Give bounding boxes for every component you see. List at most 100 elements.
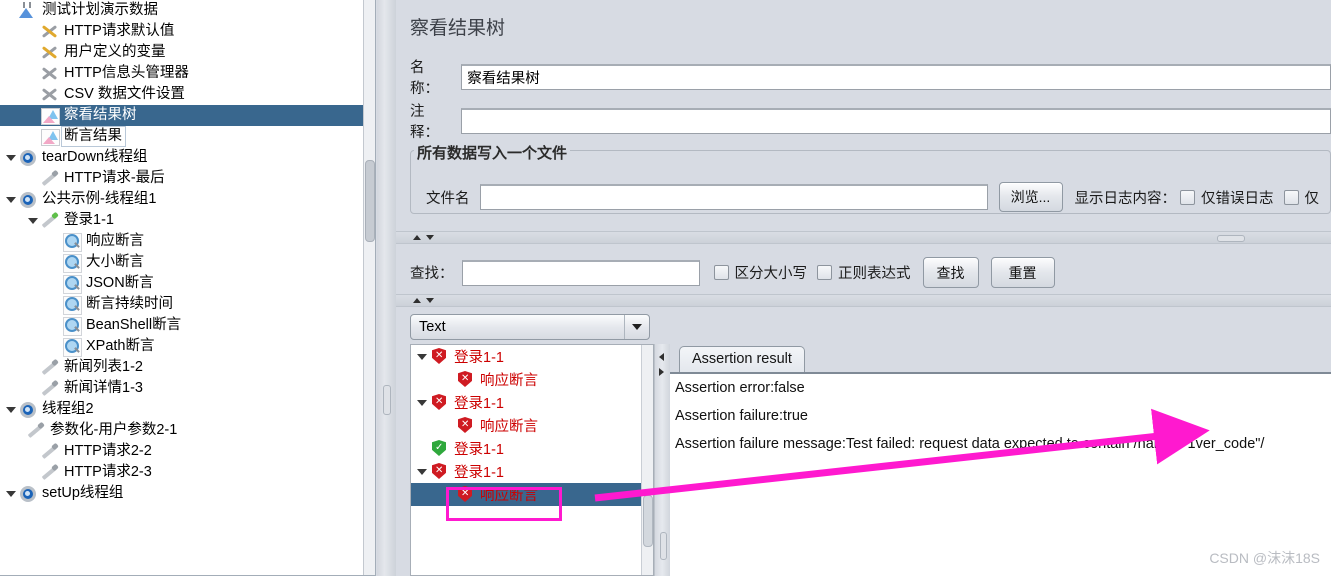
tree-node[interactable]: HTTP信息头管理器 bbox=[0, 63, 375, 84]
tree-scrollbar-thumb[interactable] bbox=[365, 160, 375, 242]
expand-collapse-icon[interactable] bbox=[4, 147, 18, 168]
tree-node[interactable]: XPath断言 bbox=[0, 336, 375, 357]
tree-node[interactable]: 断言持续时间 bbox=[0, 294, 375, 315]
case-sensitive-checkbox[interactable] bbox=[713, 265, 729, 280]
renderer-combobox-value: Text bbox=[419, 319, 446, 335]
tree-node[interactable]: 新闻列表1-2 bbox=[0, 357, 375, 378]
collapse-up-icon[interactable] bbox=[413, 235, 421, 240]
tree-vertical-scrollbar[interactable] bbox=[363, 0, 375, 575]
horizontal-splitter-bottom[interactable] bbox=[396, 294, 1331, 307]
result-tree-scrollbar[interactable] bbox=[641, 345, 653, 575]
find-button[interactable]: 查找 bbox=[922, 257, 979, 288]
expand-collapse-icon[interactable] bbox=[4, 399, 18, 420]
tree-node-label: 新闻详情1-3 bbox=[64, 380, 143, 396]
comment-input[interactable] bbox=[461, 108, 1331, 134]
tab-assertion-result[interactable]: Assertion result bbox=[679, 346, 805, 373]
comment-label: 注释： bbox=[410, 104, 439, 141]
tree-node[interactable]: 参数化-用户参数2-1 bbox=[0, 420, 375, 441]
main-vertical-splitter[interactable] bbox=[377, 0, 397, 576]
filename-input[interactable] bbox=[479, 184, 988, 210]
renderer-combobox[interactable]: Text bbox=[410, 314, 650, 340]
tree-node[interactable]: 新闻详情1-3 bbox=[0, 378, 375, 399]
error-log-only-label: 仅错误日志 bbox=[1201, 190, 1274, 207]
chevron-down-icon[interactable] bbox=[624, 315, 649, 339]
result-tree-node[interactable]: ✓ 登录1-1 bbox=[411, 437, 653, 460]
splitter-grip[interactable] bbox=[383, 385, 391, 415]
tree-node[interactable]: tearDown线程组 bbox=[0, 147, 375, 168]
pen-icon bbox=[40, 379, 60, 398]
expand-collapse-icon[interactable] bbox=[415, 461, 429, 482]
tree-node[interactable]: 线程组2 bbox=[0, 399, 375, 420]
result-tree-node-label: 响应断言 bbox=[480, 419, 538, 435]
collapse-right-icon[interactable] bbox=[659, 368, 664, 376]
collapse-up-icon[interactable] bbox=[413, 298, 421, 303]
annotation-highlight-box bbox=[446, 487, 562, 521]
tree-node[interactable]: HTTP请求默认值 bbox=[0, 21, 375, 42]
result-detail-tabs: Assertion result Assertion error:false As… bbox=[670, 344, 1331, 576]
tree-node[interactable]: 公共示例-线程组1 bbox=[0, 189, 375, 210]
tree-node-label: CSV 数据文件设置 bbox=[64, 86, 185, 102]
expand-collapse-icon[interactable] bbox=[415, 392, 429, 413]
result-tree-node[interactable]: ✕ 登录1-1 bbox=[411, 391, 653, 414]
result-tree-node[interactable]: ✕ 响应断言 bbox=[411, 414, 653, 437]
expand-collapse-icon[interactable] bbox=[4, 483, 18, 504]
sampler-result-tree[interactable]: ✕ 登录1-1 ✕ 响应断言 ✕ 登录1-1 ✕ 响应断言 ✓ 登录1-1 ✕ 登录1-1 ✕ 响应断言 bbox=[410, 344, 654, 576]
tree-node[interactable]: 登录1-1 bbox=[0, 210, 375, 231]
result-tree-node-label: 登录1-1 bbox=[454, 442, 504, 458]
result-tree-node[interactable]: ✕ 响应断言 bbox=[411, 368, 653, 391]
error-shield-icon: ✕ bbox=[429, 347, 449, 366]
name-input[interactable] bbox=[461, 64, 1331, 90]
tree-node[interactable]: HTTP请求-最后 bbox=[0, 168, 375, 189]
tree-node[interactable]: 响应断言 bbox=[0, 231, 375, 252]
regex-checkbox[interactable] bbox=[817, 265, 832, 280]
expand-collapse-icon[interactable] bbox=[415, 346, 429, 367]
tree-node-label: 察看结果树 bbox=[64, 107, 137, 123]
gear-icon bbox=[18, 148, 38, 167]
tree-node-label: HTTP请求2-2 bbox=[64, 443, 152, 459]
magnifier-icon bbox=[62, 295, 82, 315]
browse-button[interactable]: 浏览... bbox=[998, 182, 1063, 212]
tree-node[interactable]: BeanShell断言 bbox=[0, 315, 375, 336]
tree-node[interactable]: 大小断言 bbox=[0, 252, 375, 273]
reset-button[interactable]: 重置 bbox=[990, 257, 1055, 288]
tree-node-label: 大小断言 bbox=[86, 254, 144, 270]
expand-collapse-icon[interactable] bbox=[26, 210, 40, 231]
search-bar: 查找： 区分大小写 正则表达式 查找 重置 bbox=[410, 257, 1055, 288]
pen-icon bbox=[26, 421, 46, 440]
result-tree-scrollbar-thumb[interactable] bbox=[643, 495, 653, 547]
search-input[interactable] bbox=[461, 259, 700, 286]
tree-node[interactable]: JSON断言 bbox=[0, 273, 375, 294]
success-log-only-checkbox[interactable] bbox=[1283, 189, 1299, 205]
chart-icon bbox=[40, 127, 60, 146]
test-plan-tree[interactable]: 测试计划演示数据 HTTP请求默认值 用户定义的变量 HTTP信息头管理器 CSV 数据… bbox=[0, 0, 376, 576]
result-tree-node[interactable]: ✕ 登录1-1 bbox=[411, 460, 653, 483]
assertion-result-body[interactable]: Assertion error:false Assertion failure:t… bbox=[670, 374, 1331, 576]
tree-node[interactable]: HTTP请求2-3 bbox=[0, 462, 375, 483]
collapse-down-icon[interactable] bbox=[426, 298, 434, 303]
collapse-down-icon[interactable] bbox=[426, 235, 434, 240]
tree-node-label: 登录1-1 bbox=[64, 212, 114, 228]
tree-node[interactable]: 用户定义的变量 bbox=[0, 42, 375, 63]
error-log-only-checkbox[interactable] bbox=[1180, 189, 1195, 205]
error-shield-icon: ✕ bbox=[455, 416, 475, 435]
tree-node[interactable]: setUp线程组 bbox=[0, 483, 375, 504]
tree-node[interactable]: HTTP请求2-2 bbox=[0, 441, 375, 462]
tree-node[interactable]: 察看结果树 bbox=[0, 105, 375, 126]
tab-strip: Assertion result bbox=[670, 344, 1331, 374]
splitter-grip[interactable] bbox=[660, 532, 667, 560]
tree-node-label: 响应断言 bbox=[86, 233, 144, 249]
tree-node[interactable]: CSV 数据文件设置 bbox=[0, 84, 375, 105]
tree-node-label: BeanShell断言 bbox=[86, 317, 182, 333]
result-tree-node[interactable]: ✕ 登录1-1 bbox=[411, 345, 653, 368]
collapse-left-icon[interactable] bbox=[659, 353, 664, 361]
tree-node[interactable]: 断言结果 bbox=[0, 126, 375, 147]
error-shield-icon: ✕ bbox=[455, 370, 475, 389]
name-label: 名称： bbox=[410, 60, 439, 97]
horizontal-splitter-top[interactable] bbox=[396, 231, 1331, 244]
tree-node[interactable]: 测试计划演示数据 bbox=[0, 0, 375, 21]
expand-collapse-icon[interactable] bbox=[4, 189, 18, 210]
splitter-grip[interactable] bbox=[1217, 235, 1245, 242]
